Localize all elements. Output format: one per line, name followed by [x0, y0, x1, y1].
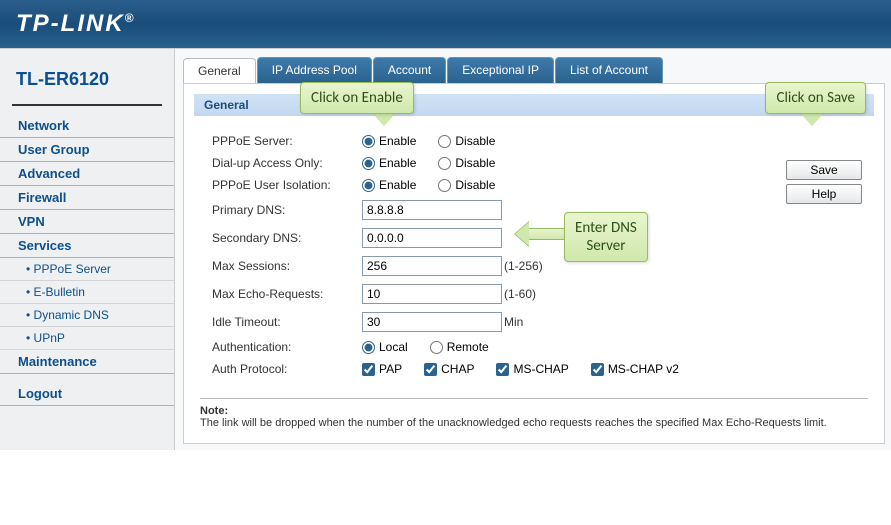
label-max-sessions: Max Sessions:	[212, 259, 362, 273]
check-label: MS-CHAP	[513, 362, 568, 376]
label-idle: Idle Timeout:	[212, 315, 362, 329]
sidebar-item-maintenance[interactable]: Maintenance	[0, 350, 174, 374]
note-title: Note:	[200, 405, 868, 417]
tab-row: General IP Address Pool Account Exceptio…	[183, 57, 891, 83]
check-mschap[interactable]	[496, 363, 509, 376]
settings-panel: Click on Enable Click on Save Enter DNS …	[183, 83, 885, 444]
input-secondary-dns[interactable]	[362, 228, 502, 248]
label-primary-dns: Primary DNS:	[212, 203, 362, 217]
sidebar-item-network[interactable]: Network	[0, 114, 174, 138]
label-dialup: Dial-up Access Only:	[212, 156, 362, 170]
note-body: The link will be dropped when the number…	[200, 417, 868, 429]
content-area: General IP Address Pool Account Exceptio…	[175, 49, 891, 450]
row-primary-dns: Primary DNS:	[212, 200, 764, 220]
sidebar: TL-ER6120 Network User Group Advanced Fi…	[0, 49, 175, 450]
radio-auth-local[interactable]	[362, 341, 375, 354]
radio-label: Enable	[379, 156, 416, 170]
radio-label: Local	[379, 340, 408, 354]
radio-isolation-disable[interactable]	[438, 179, 451, 192]
radio-isolation-enable[interactable]	[362, 179, 375, 192]
suffix-max-echo: (1-60)	[504, 287, 536, 301]
radio-dialup-disable[interactable]	[438, 157, 451, 170]
sidebar-item-usergroup[interactable]: User Group	[0, 138, 174, 162]
radio-label: Enable	[379, 134, 416, 148]
callout-text: Click on Enable	[311, 89, 403, 107]
sidebar-item-vpn[interactable]: VPN	[0, 210, 174, 234]
sidebar-sub-upnp[interactable]: • UPnP	[0, 327, 174, 350]
sidebar-item-services[interactable]: Services	[0, 234, 174, 258]
row-auth: Authentication: Local Remote	[212, 340, 764, 354]
model-title: TL-ER6120	[0, 59, 174, 106]
input-primary-dns[interactable]	[362, 200, 502, 220]
radio-pppoe-enable[interactable]	[362, 135, 375, 148]
check-chap[interactable]	[424, 363, 437, 376]
help-button[interactable]: Help	[786, 184, 862, 204]
callout-dns: Enter DNS Server	[564, 212, 648, 262]
tab-general[interactable]: General	[183, 58, 256, 84]
label-auth-protocol: Auth Protocol:	[212, 362, 362, 376]
brand-header: TP-LINK®	[0, 0, 891, 49]
sidebar-item-logout[interactable]: Logout	[0, 382, 174, 406]
row-isolation: PPPoE User Isolation: Enable Disable	[212, 178, 764, 192]
sub-label: UPnP	[34, 331, 65, 345]
label-secondary-dns: Secondary DNS:	[212, 231, 362, 245]
sidebar-sub-pppoe[interactable]: • PPPoE Server	[0, 258, 174, 281]
tab-ippool[interactable]: IP Address Pool	[257, 57, 372, 83]
sidebar-sub-ebulletin[interactable]: • E-Bulletin	[0, 281, 174, 304]
check-label: MS-CHAP v2	[608, 362, 679, 376]
input-idle[interactable]	[362, 312, 502, 332]
callout-text: Enter DNS Server	[575, 219, 637, 255]
radio-pppoe-disable[interactable]	[438, 135, 451, 148]
sub-label: Dynamic DNS	[34, 308, 109, 322]
sidebar-nav: Network User Group Advanced Firewall VPN…	[0, 114, 174, 406]
brand-text: TP-LINK	[16, 10, 125, 37]
main-layout: TL-ER6120 Network User Group Advanced Fi…	[0, 49, 891, 450]
radio-label: Disable	[455, 156, 495, 170]
sidebar-divider	[12, 104, 162, 106]
radio-label: Disable	[455, 178, 495, 192]
save-button[interactable]: Save	[786, 160, 862, 180]
callout-save: Click on Save	[765, 82, 866, 114]
callout-enable: Click on Enable	[300, 82, 414, 114]
tab-listaccount[interactable]: List of Account	[555, 57, 663, 83]
sidebar-item-firewall[interactable]: Firewall	[0, 186, 174, 210]
row-secondary-dns: Secondary DNS:	[212, 228, 764, 248]
label-auth: Authentication:	[212, 340, 362, 354]
row-pppoe-server: PPPoE Server: Enable Disable	[212, 134, 764, 148]
callout-text: Click on Save	[776, 89, 855, 107]
sub-label: E-Bulletin	[34, 285, 85, 299]
registered-mark: ®	[125, 11, 136, 25]
row-dialup: Dial-up Access Only: Enable Disable	[212, 156, 764, 170]
tab-account[interactable]: Account	[373, 57, 446, 83]
check-pap[interactable]	[362, 363, 375, 376]
row-idle-timeout: Idle Timeout: Min	[212, 312, 764, 332]
label-isolation: PPPoE User Isolation:	[212, 178, 362, 192]
check-mschapv2[interactable]	[591, 363, 604, 376]
label-max-echo: Max Echo-Requests:	[212, 287, 362, 301]
label-pppoe-server: PPPoE Server:	[212, 134, 362, 148]
suffix-idle: Min	[504, 315, 523, 329]
form-fields: PPPoE Server: Enable Disable Dial-up Acc…	[184, 126, 764, 384]
radio-label: Enable	[379, 178, 416, 192]
row-auth-protocol: Auth Protocol: PAP CHAP MS-CHAP MS-CHAP …	[212, 362, 764, 376]
sidebar-sub-dynamicdns[interactable]: • Dynamic DNS	[0, 304, 174, 327]
radio-label: Disable	[455, 134, 495, 148]
tab-exceptionalip[interactable]: Exceptional IP	[447, 57, 554, 83]
sidebar-item-advanced[interactable]: Advanced	[0, 162, 174, 186]
note-box: Note: The link will be dropped when the …	[200, 398, 868, 429]
radio-label: Remote	[447, 340, 489, 354]
suffix-max-sessions: (1-256)	[504, 259, 543, 273]
sidebar-spacer	[0, 374, 174, 382]
sub-label: PPPoE Server	[34, 262, 111, 276]
check-label: PAP	[379, 362, 402, 376]
row-max-sessions: Max Sessions: (1-256)	[212, 256, 764, 276]
radio-auth-remote[interactable]	[430, 341, 443, 354]
radio-dialup-enable[interactable]	[362, 157, 375, 170]
row-max-echo: Max Echo-Requests: (1-60)	[212, 284, 764, 304]
check-label: CHAP	[441, 362, 474, 376]
input-max-echo[interactable]	[362, 284, 502, 304]
action-buttons: Save Help	[764, 126, 884, 384]
input-max-sessions[interactable]	[362, 256, 502, 276]
